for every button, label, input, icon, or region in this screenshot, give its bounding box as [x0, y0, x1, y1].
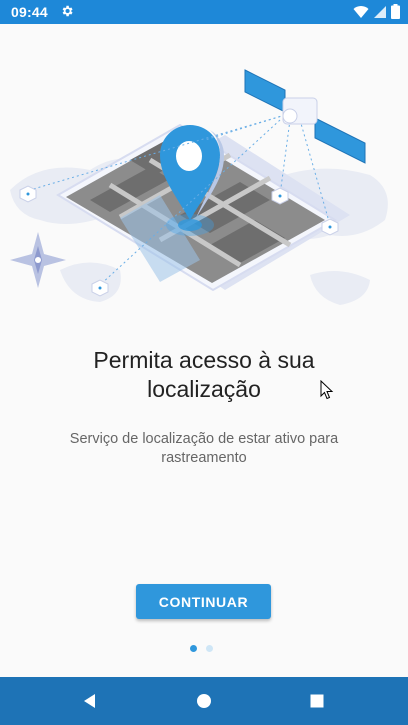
continue-button[interactable]: CONTINUAR [136, 584, 271, 619]
page-indicator [190, 645, 213, 652]
mouse-cursor-icon [320, 380, 334, 400]
location-permission-illustration [10, 69, 388, 305]
permission-title: Permita acesso à sua localização [93, 347, 315, 402]
status-bar: 09:44 [0, 0, 408, 24]
status-time: 09:44 [11, 4, 48, 20]
home-icon[interactable] [192, 689, 216, 713]
settings-icon [62, 5, 73, 17]
page-dot-inactive [206, 645, 213, 652]
battery-icon [391, 4, 400, 19]
signal-icon [374, 5, 386, 18]
back-icon[interactable] [78, 689, 102, 713]
wifi-icon [353, 5, 369, 18]
page-dot-active [190, 645, 197, 652]
status-icons [353, 4, 400, 19]
permission-subtitle: Serviço de localização de estar ativo pa… [69, 431, 339, 466]
recents-icon[interactable] [305, 689, 329, 713]
navigation-bar [0, 677, 408, 725]
